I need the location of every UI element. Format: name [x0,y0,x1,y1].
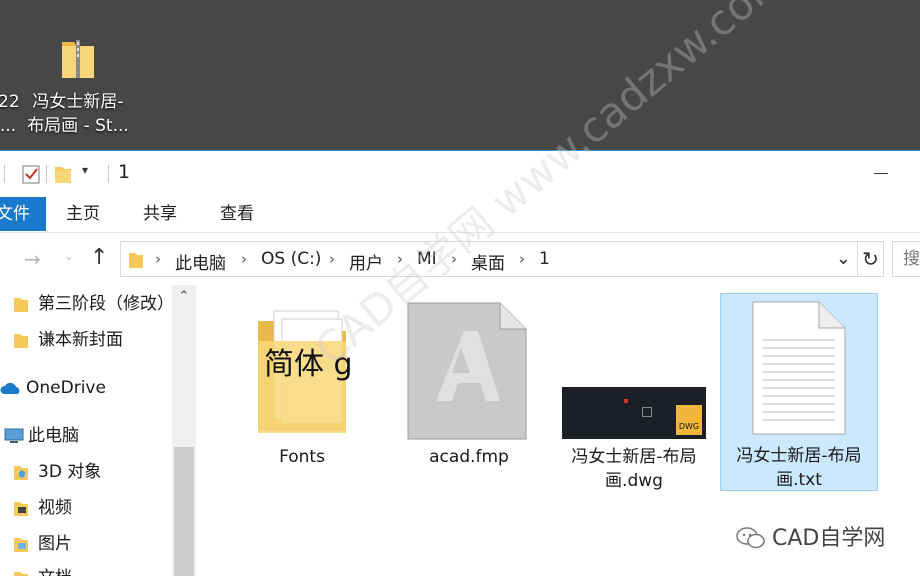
computer-icon [4,428,24,443]
text-file-icon [752,301,846,435]
back-arrow-icon[interactable]: → [24,247,41,271]
navigation-pane: 第三阶段（修改） 谦本新封面 OneDrive 此电脑 3D 对象 视频 图片 [0,285,198,576]
footer-brand: CAD自学网 [736,520,885,552]
address-bar[interactable]: › 此电脑 › OS (C:) › 用户 › MI › 桌面 › 1 ⌄ [120,241,858,277]
tab-share[interactable]: 共享 [143,197,177,231]
properties-icon[interactable] [22,164,40,184]
nav-item-label: 谦本新封面 [38,330,123,350]
file-item-dwg[interactable]: DWG 冯女士新居-布局 画.dwg [560,295,708,491]
recent-locations-icon[interactable]: ⌄ [64,249,74,263]
autocad-file-icon [407,302,527,440]
desktop-icon-zip[interactable]: 冯女士新居- 布局画 - St... [26,90,130,138]
search-input[interactable]: 搜 [892,241,920,277]
document-icon [14,572,28,576]
video-icon [14,502,28,516]
nav-item-label: 第三阶段（修改） [38,294,174,314]
wechat-icon [736,527,765,549]
ribbon-tabs: 文件 主页 共享 查看 [0,195,920,233]
desktop-icon-zip-line2: 布局画 - St... [27,116,129,136]
title-separator [4,165,5,183]
file-name: acad.fmp [429,447,509,467]
title-separator [46,165,47,183]
file-name-line2: 画.dwg [605,471,663,491]
scroll-up-icon[interactable]: ⌃ [172,289,196,304]
file-name-line1: 冯女士新居-布局 [571,447,697,467]
desktop-icon-partial[interactable]: 22 ... [0,90,20,138]
font-preview-text: 简体 g [264,347,353,382]
nav-scrollbar[interactable]: ⌃ [172,285,196,576]
breadcrumb-user[interactable]: MI [417,249,437,269]
zip-folder-icon [62,40,94,78]
nav-item-label: 视频 [38,498,72,518]
desktop-background: 22 ... 冯女士新居- 布局画 - St... [0,0,920,150]
dwg-thumb-dot [624,399,628,403]
breadcrumb-chevron-icon[interactable]: › [155,250,161,268]
3d-objects-icon [14,466,28,480]
breadcrumb-chevron-icon[interactable]: › [397,250,403,268]
breadcrumb-this-pc[interactable]: 此电脑 [175,249,226,274]
nav-item-label: 图片 [38,534,72,554]
tab-view[interactable]: 查看 [220,197,254,231]
folder-icon [14,298,28,312]
breadcrumb-users[interactable]: 用户 [349,249,383,274]
breadcrumb-drive[interactable]: OS (C:) [261,249,321,269]
tab-home[interactable]: 主页 [66,197,100,231]
breadcrumb-current[interactable]: 1 [539,249,550,269]
file-item-txt[interactable]: 冯女士新居-布局 画.txt [720,293,878,491]
picture-icon [14,538,28,552]
navigation-row: → ⌄ ↑ › 此电脑 › OS (C:) › 用户 › MI › 桌面 › 1… [0,233,920,285]
nav-item-label: 此电脑 [28,426,79,446]
file-name-line1: 冯女士新居-布局 [736,446,862,466]
cloud-icon [0,382,20,394]
desktop-icon-partial-line1: 22 [0,92,20,112]
file-item-fonts[interactable]: 简体 g Fonts [244,295,360,479]
breadcrumb-desktop[interactable]: 桌面 [471,249,505,274]
folder-icon [14,334,28,348]
minimize-button[interactable] [862,157,902,189]
nav-item-label: 3D 对象 [38,462,102,482]
address-folder-icon [129,253,143,268]
title-separator [108,165,109,183]
file-name-line2: 画.txt [776,470,822,490]
refresh-icon[interactable]: ↻ [858,241,884,277]
breadcrumb-chevron-icon[interactable]: › [519,250,525,268]
window-title: 1 [118,161,131,183]
breadcrumb-chevron-icon[interactable]: › [241,250,247,268]
dwg-thumbnail: DWG [562,387,706,439]
quick-access-dropdown-icon[interactable]: ▾ [82,163,88,177]
dwg-badge-icon: DWG [676,405,702,435]
file-item-acad-fmp[interactable]: acad.fmp [400,295,538,479]
title-bar: ▾ 1 [0,151,920,195]
new-folder-icon[interactable] [55,165,71,183]
breadcrumb-chevron-icon[interactable]: › [451,250,457,268]
nav-item-label: 文档 [38,563,72,576]
dwg-thumb-mark [642,407,652,417]
desktop-icon-partial-line2: ... [0,116,17,136]
nav-item-label: OneDrive [26,378,106,398]
file-name: Fonts [279,447,325,467]
explorer-window: ▾ 1 文件 主页 共享 查看 → ⌄ ↑ › 此电脑 › OS (C:) › … [0,150,920,576]
footer-brand-text: CAD自学网 [772,526,886,551]
scroll-thumb[interactable] [174,447,194,576]
breadcrumb-chevron-icon[interactable]: › [329,250,335,268]
up-arrow-icon[interactable]: ↑ [90,245,108,270]
desktop-icon-zip-line1: 冯女士新居- [32,92,124,112]
tab-file[interactable]: 文件 [0,197,46,231]
address-dropdown-icon[interactable]: ⌄ [836,248,851,269]
